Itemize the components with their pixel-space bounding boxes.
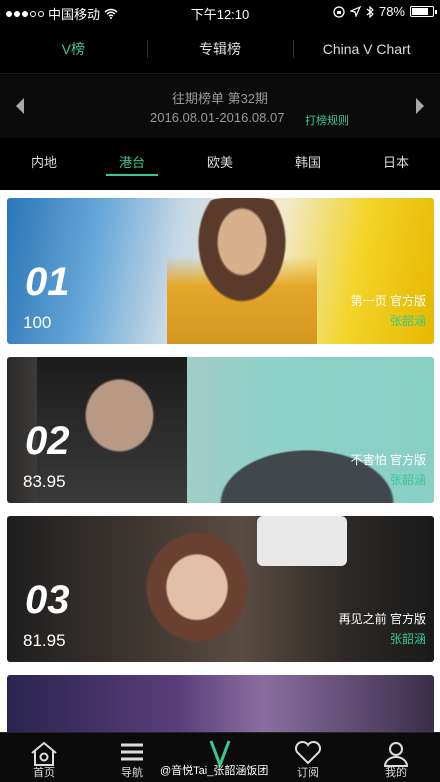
rotation-lock-icon [333, 5, 345, 18]
rank-number: 01 [25, 260, 70, 304]
tab-western[interactable]: 欧美 [176, 138, 264, 190]
rank-number: 03 [25, 578, 70, 622]
nav-mine[interactable]: 我的 [352, 733, 440, 782]
period-dates: 2016.08.01-2016.08.07 [150, 110, 285, 125]
chart-item[interactable]: 03 81.95 再见之前 官方版 张韶涵 [7, 516, 434, 662]
artist-name: 张韶涵 [389, 473, 426, 487]
tab-album-chart[interactable]: 专辑榜 [146, 24, 294, 73]
region-tabs: 内地 港台 欧美 韩国 日本 [0, 138, 440, 190]
status-bar: 中国移动 下午12:10 78% [0, 0, 440, 24]
score: 100 [23, 313, 52, 332]
song-title: 不害怕 官方版 [350, 453, 426, 467]
chart-type-tabs: V榜 专辑榜 China V Chart [0, 24, 440, 74]
nav-subscribe-label: 订阅 [297, 767, 319, 779]
period-title: 往期榜单 第32期 [171, 91, 269, 106]
rank-number: 02 [25, 419, 70, 463]
tab-hk-taiwan[interactable]: 港台 [88, 138, 176, 190]
nav-subscribe[interactable]: 订阅 [264, 733, 352, 782]
chart-item[interactable]: 01 100 第一页 官方版 张韶涵 [7, 198, 434, 344]
heart-icon [294, 741, 322, 765]
score: 83.95 [23, 472, 66, 491]
tab-china-v-chart[interactable]: China V Chart [293, 24, 440, 73]
home-icon [31, 741, 57, 766]
chart-item[interactable]: 02 83.95 不害怕 官方版 张韶涵 [7, 357, 434, 503]
tab-korea[interactable]: 韩国 [264, 138, 352, 190]
nav-guide-label: 导航 [121, 767, 143, 779]
chart-item[interactable] [7, 675, 434, 732]
tab-japan[interactable]: 日本 [352, 138, 440, 190]
battery-percent: 78% [378, 4, 405, 19]
bottom-nav: 首页 导航 订阅 我的 @音悦Tai_张韶涵饭团 [0, 732, 440, 782]
menu-icon [121, 743, 143, 761]
bluetooth-icon [366, 5, 374, 18]
next-period-icon[interactable] [416, 98, 424, 114]
artist-photo [167, 198, 317, 344]
artist-name: 张韶涵 [389, 314, 426, 328]
cover-image [7, 675, 434, 732]
period-selector: 往期榜单 第32期 2016.08.01-2016.08.07 打榜规则 [0, 74, 440, 138]
rules-link[interactable]: 打榜规则 [305, 112, 349, 128]
location-icon [349, 6, 361, 17]
score: 81.95 [23, 631, 66, 650]
background-figure [257, 516, 347, 566]
chart-list: 01 100 第一页 官方版 张韶涵 02 83.95 不害怕 官方版 张韶涵 … [0, 190, 440, 732]
person-icon [383, 742, 409, 767]
tab-mainland[interactable]: 内地 [0, 138, 88, 190]
song-title: 再见之前 官方版 [338, 612, 426, 626]
song-title: 第一页 官方版 [350, 294, 426, 308]
artist-photo [127, 526, 267, 662]
artist-name: 张韶涵 [389, 632, 426, 646]
battery-icon [410, 6, 437, 17]
nav-home[interactable]: 首页 [0, 733, 88, 782]
tab-v-chart[interactable]: V榜 [0, 24, 147, 73]
watermark: @音悦Tai_张韶涵饭团 [160, 765, 269, 777]
